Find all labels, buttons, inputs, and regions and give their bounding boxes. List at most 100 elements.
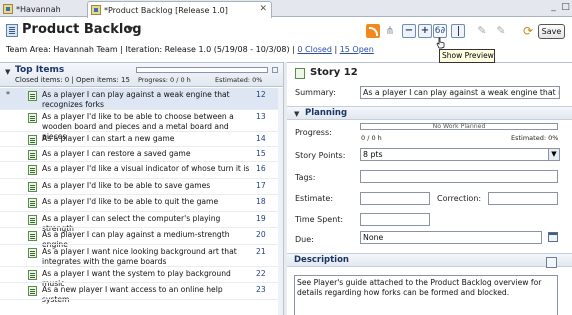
story-icon [28, 248, 37, 258]
chevron-down-icon[interactable]: ▼ [127, 25, 133, 34]
backlog-item-id[interactable]: 19 [256, 214, 276, 223]
time-spent-field[interactable] [360, 213, 430, 226]
maximize-icon[interactable]: □ [560, 2, 571, 13]
hand-cursor-icon [436, 37, 445, 49]
row-divider [0, 299, 278, 300]
item-counts: Closed items: 0 | Open items: 15 [15, 76, 130, 84]
toggle-columns-icon[interactable] [451, 24, 465, 38]
description-section-header[interactable]: Description [287, 253, 572, 267]
dirty-marker: * [6, 90, 10, 99]
collapse-toggle-icon[interactable]: ▼ [5, 68, 10, 76]
backlog-item-id[interactable]: 17 [256, 181, 276, 190]
edit-menu-icon: ✎ [496, 24, 506, 37]
backlog-item-row[interactable]: As a player I'd like to be able to quit … [0, 195, 278, 212]
backlog-item-id[interactable]: 16 [256, 164, 276, 173]
backlog-item-row[interactable]: As a player I can restore a saved game 15 [0, 147, 278, 162]
close-tab-icon[interactable]: ✕ [259, 4, 267, 14]
backlog-item-row[interactable]: As a player I can select the computer's … [0, 212, 278, 233]
refresh-icon[interactable]: ⟳ [521, 24, 535, 38]
summary-label: Summary: [295, 88, 336, 97]
backlog-item-row[interactable]: As a player I'd like a visual indicator … [0, 162, 278, 179]
due-date-field[interactable]: None [360, 231, 542, 244]
backlog-item-summary[interactable]: As a player I'd like to be able to save … [42, 181, 250, 191]
backlog-item-id[interactable]: 12 [256, 90, 276, 99]
backlog-item-row[interactable]: * As a player I can play against a weak e… [0, 88, 278, 110]
backlog-icon [6, 24, 18, 37]
closed-items-link[interactable]: 0 Closed [297, 45, 332, 54]
story-icon [28, 198, 37, 208]
backlog-item-row[interactable]: As a player I can start a new game 14 [0, 132, 278, 147]
estimated-label: Estimated: 0% [215, 76, 263, 84]
team-area-line: Team Area: Havannah Team | Iteration: Re… [6, 45, 374, 54]
save-button[interactable]: Save [538, 24, 565, 39]
backlog-item-summary[interactable]: As a player I want nice looking backgrou… [42, 247, 250, 267]
backlog-item-row[interactable]: As a new player I want access to an onli… [0, 283, 278, 304]
backlog-item-id[interactable]: 15 [256, 149, 276, 158]
backlog-list-pane: ▼ Top Items Closed items: 0 | Open items… [0, 62, 283, 315]
backlog-item-row[interactable]: As a player I'd like to be able to save … [0, 179, 278, 195]
backlog-item-row[interactable]: As a player I want nice looking backgrou… [0, 245, 278, 267]
backlog-item-summary[interactable]: As a player I'd like to be able to quit … [42, 197, 250, 207]
hierarchy-icon[interactable]: ⋔ [383, 24, 397, 38]
expand-all-icon[interactable]: + [418, 24, 432, 38]
chevron-down-icon[interactable]: ▼ [548, 149, 559, 160]
backlog-item-summary[interactable]: As a new player I want access to an onli… [42, 285, 250, 305]
tooltip: Show Preview [439, 49, 495, 63]
story-icon [28, 135, 37, 145]
open-items-link[interactable]: 15 Open [340, 45, 374, 54]
story-icon [28, 165, 37, 175]
backlog-item-id[interactable]: 20 [256, 230, 276, 239]
backlog-item-id[interactable]: 18 [256, 197, 276, 206]
editor-tab-strip: *Havannah *Product Backlog [Release 1.0]… [0, 0, 572, 18]
correction-field[interactable] [488, 192, 558, 205]
backlog-item-summary[interactable]: As a player I can restore a saved game [42, 149, 250, 159]
backlog-item-id[interactable]: 22 [256, 269, 276, 278]
backlog-item-summary[interactable]: As a player I can start a new game [42, 134, 250, 144]
progress-label: Progress: [295, 128, 332, 137]
estimate-label: Estimate: [295, 194, 334, 203]
backlog-item-summary[interactable]: As a player I can play against a weak en… [42, 90, 250, 110]
calendar-icon[interactable] [548, 232, 558, 242]
story-points-value: 8 pts [363, 150, 383, 159]
story-icon [28, 113, 37, 123]
separator: | [334, 45, 338, 54]
summary-field[interactable]: As a player I can play against a weak en… [360, 86, 560, 99]
backlog-item-id[interactable]: 21 [256, 247, 276, 256]
progress-label: Progress: 0 / 0 h [138, 76, 191, 84]
backlog-item-row[interactable]: As a player I can play against a medium-… [0, 228, 278, 249]
section-heading: Top Items [15, 65, 65, 75]
story-points-select[interactable]: 8 pts ▼ [360, 148, 560, 161]
story-icon [295, 68, 305, 79]
progress-hours: 0 / 0 h [361, 134, 382, 142]
estimated-label: Estimated: 0% [511, 134, 559, 142]
collapse-all-icon[interactable]: − [402, 24, 416, 38]
backlog-item-id[interactable]: 23 [256, 285, 276, 294]
backlog-item-summary[interactable]: As a player I'd like a visual indicator … [42, 164, 250, 174]
progress-bar: No Work Planned [360, 123, 558, 130]
tab-label: *Havannah [16, 4, 61, 14]
page-title: Product Backlog [22, 22, 142, 37]
backlog-item-id[interactable]: 14 [256, 134, 276, 143]
show-preview-icon[interactable]: 6∂ [433, 24, 447, 38]
tab-havannah[interactable]: *Havannah [0, 1, 86, 17]
story-icon [28, 150, 37, 160]
backlog-item-row[interactable]: As a player I want the system to play ba… [0, 267, 278, 288]
progress-bar [136, 67, 268, 73]
time-spent-label: Time Spent: [295, 215, 344, 224]
tab-product-backlog[interactable]: *Product Backlog [Release 1.0] ✕ [87, 1, 272, 18]
estimate-field[interactable] [360, 192, 430, 205]
collapse-toggle-icon[interactable]: ▼ [294, 110, 299, 118]
tab-label: *Product Backlog [Release 1.0] [104, 5, 228, 15]
planning-section-header[interactable]: ▼ Planning [287, 106, 572, 120]
rss-feed-icon[interactable] [366, 24, 380, 38]
backlog-item-row[interactable]: As a player I'd like to be able to choos… [0, 110, 278, 141]
story-icon [28, 286, 37, 296]
correction-label: Correction: [437, 194, 482, 203]
tags-label: Tags: [295, 173, 316, 182]
edit-description-icon[interactable] [546, 257, 557, 268]
pin-icon[interactable] [272, 67, 278, 73]
minimize-icon[interactable]: _ [548, 2, 559, 13]
tags-field[interactable] [360, 170, 558, 183]
backlog-item-id[interactable]: 13 [256, 112, 276, 121]
description-field[interactable]: See Player's guide attached to the Produ… [294, 275, 558, 315]
